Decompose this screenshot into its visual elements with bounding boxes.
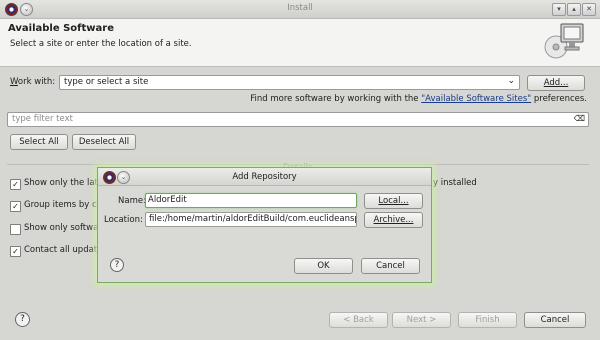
window-title: Install: [287, 3, 313, 13]
window-titlebar: ⌄ Install ▾ ▴ ✕: [0, 0, 600, 19]
filter-placeholder: type filter text: [12, 114, 73, 124]
location-field[interactable]: file:/home/martin/aldorEditBuild/com.euc…: [145, 212, 357, 227]
dialog-cancel-button[interactable]: Cancel: [361, 258, 420, 274]
back-button[interactable]: < Back: [329, 312, 388, 328]
finish-button[interactable]: Finish: [458, 312, 517, 328]
help-icon[interactable]: ?: [110, 258, 124, 272]
deselect-all-button[interactable]: Deselect All: [72, 134, 136, 150]
work-with-value: type or select a site: [64, 77, 149, 87]
select-all-label: Select All: [19, 137, 59, 147]
ok-label: OK: [317, 261, 330, 271]
checkbox[interactable]: ✓: [10, 179, 21, 190]
header-banner: Available Software Select a site or ente…: [0, 19, 600, 67]
local-label: Local...: [378, 196, 409, 206]
option-label: Contact all updat: [24, 245, 98, 255]
name-value: AldorEdit: [148, 195, 187, 205]
minimize-icon[interactable]: ▾: [552, 3, 566, 16]
page-title: Available Software: [8, 23, 115, 34]
work-with-mnemonic: W: [10, 77, 18, 87]
page-subtitle: Select a site or enter the location of a…: [10, 39, 192, 49]
find-more-text: Find more software by working with the "…: [250, 94, 587, 104]
checkbox[interactable]: [10, 224, 21, 235]
finish-label: Finish: [475, 315, 500, 325]
location-label: Location:: [104, 215, 143, 225]
work-with-combo[interactable]: type or select a site ⌄: [59, 75, 520, 90]
checkbox[interactable]: ✓: [10, 246, 21, 257]
available-software-sites-link[interactable]: "Available Software Sites": [421, 94, 531, 104]
ok-button[interactable]: OK: [294, 258, 353, 274]
select-all-button[interactable]: Select All: [10, 134, 68, 150]
option-right-text: y installed: [433, 178, 477, 188]
install-computer-icon: [544, 23, 584, 59]
dialog-cancel-label: Cancel: [376, 261, 405, 271]
add-site-label: Add...: [543, 78, 569, 88]
chevron-down-icon[interactable]: ⌄: [507, 76, 515, 86]
archive-button[interactable]: Archive...: [364, 212, 423, 228]
name-label: Name:: [118, 196, 146, 206]
find-more-suffix: preferences.: [531, 94, 587, 104]
cancel-label: Cancel: [540, 315, 570, 325]
option-label: Show only the lat: [24, 178, 98, 188]
find-more-prefix: Find more software by working with the: [250, 94, 422, 104]
local-button[interactable]: Local...: [364, 193, 423, 209]
location-value: file:/home/martin/aldorEditBuild/com.euc…: [149, 214, 357, 224]
deselect-all-label: Deselect All: [78, 137, 130, 147]
archive-label: Archive...: [373, 215, 414, 225]
cancel-button[interactable]: Cancel: [524, 312, 586, 328]
checkbox[interactable]: ✓: [10, 201, 21, 212]
dialog-titlebar: ⌄ Add Repository: [98, 168, 431, 186]
help-icon[interactable]: ?: [15, 312, 30, 327]
name-field[interactable]: AldorEdit: [145, 193, 357, 208]
add-site-button[interactable]: Add...: [527, 75, 585, 91]
back-label: < Back: [343, 315, 374, 325]
work-with-label-text: ork with:: [17, 77, 56, 87]
maximize-icon[interactable]: ▴: [567, 3, 581, 16]
option-label: Group items by c: [24, 200, 97, 210]
option-label: Show only softwa: [24, 223, 99, 233]
next-button[interactable]: Next >: [392, 312, 451, 328]
work-with-label: Work with:: [10, 77, 55, 87]
next-label: Next >: [406, 315, 437, 325]
add-repository-dialog: ⌄ Add Repository Name: AldorEdit Local..…: [97, 167, 432, 283]
clear-filter-icon[interactable]: ⌫: [574, 114, 585, 123]
dialog-title: Add Repository: [232, 172, 297, 182]
filter-input[interactable]: type filter text ⌫: [7, 112, 589, 127]
close-icon[interactable]: ✕: [582, 3, 596, 16]
